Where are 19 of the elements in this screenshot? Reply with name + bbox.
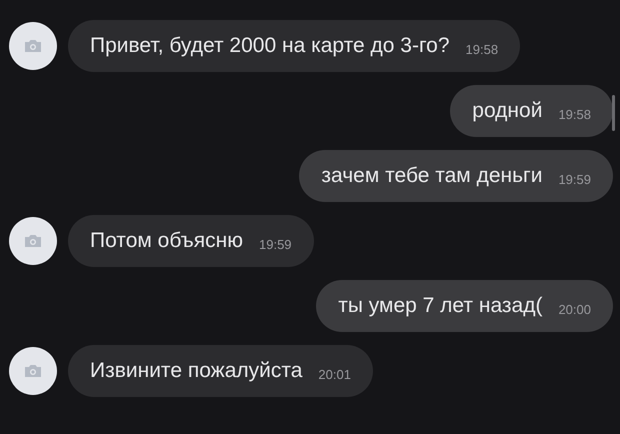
message-text: зачем тебе там деньги xyxy=(321,163,542,189)
camera-icon xyxy=(24,364,42,378)
avatar[interactable] xyxy=(9,347,57,395)
message-text: Привет, будет 2000 на карте до 3-го? xyxy=(90,33,450,59)
message-time: 20:00 xyxy=(558,302,591,318)
message-time: 19:59 xyxy=(259,237,292,253)
message-time: 19:58 xyxy=(558,107,591,123)
message-text: Потом объясню xyxy=(90,228,243,254)
message-time: 20:01 xyxy=(318,367,351,383)
message-text: Извините пожалуйста xyxy=(90,358,302,384)
avatar[interactable] xyxy=(9,22,57,70)
message-time: 19:59 xyxy=(558,172,591,188)
message-time: 19:58 xyxy=(466,42,498,58)
scrollbar[interactable] xyxy=(612,95,615,131)
avatar[interactable] xyxy=(9,217,57,265)
camera-icon xyxy=(24,234,42,248)
camera-icon xyxy=(24,39,42,53)
message-text: ты умер 7 лет назад( xyxy=(338,293,542,319)
message-text: родной xyxy=(472,98,542,124)
